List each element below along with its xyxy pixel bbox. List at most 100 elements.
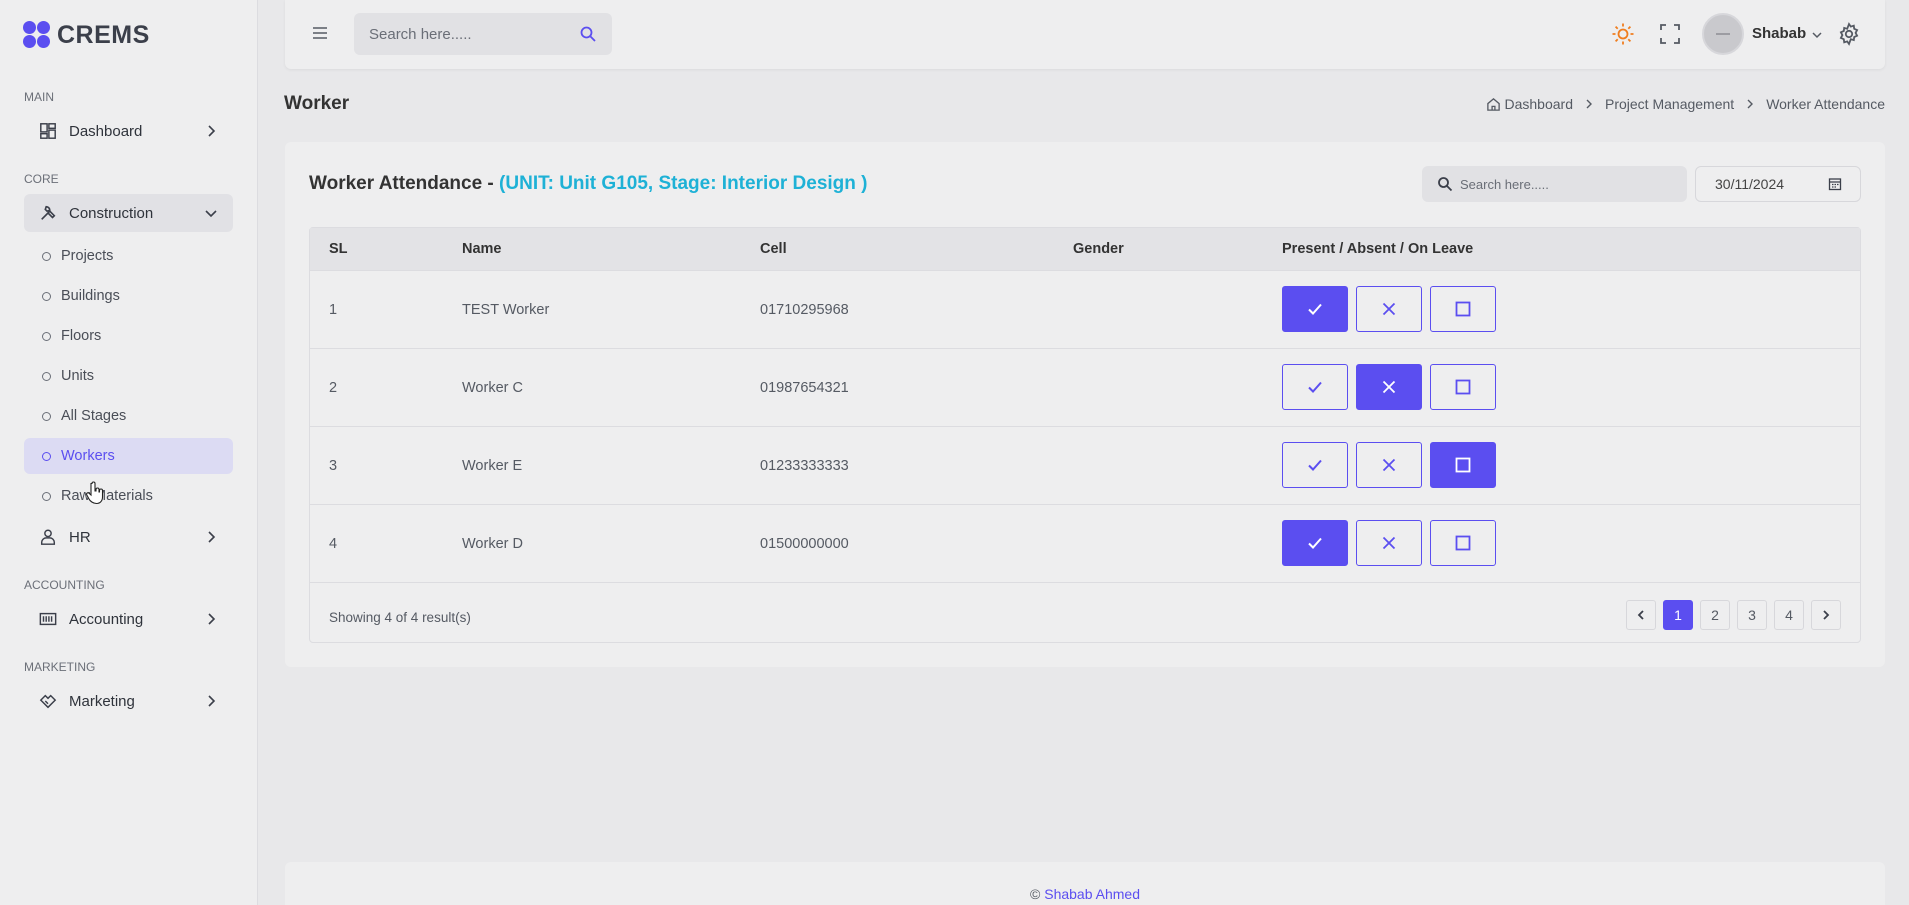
footer-author-link[interactable]: Shabab Ahmed	[1044, 886, 1140, 902]
calendar-icon[interactable]	[1828, 177, 1842, 191]
sidebar-item-label: Construction	[69, 204, 154, 222]
absent-button[interactable]	[1356, 364, 1422, 410]
cell-name: Worker D	[462, 536, 523, 552]
fullscreen-icon[interactable]	[1659, 23, 1681, 45]
top-header: Shabab	[285, 0, 1885, 69]
sidebar-item-buildings[interactable]: Buildings	[24, 278, 233, 314]
close-icon	[1382, 302, 1396, 316]
page-button[interactable]: 1	[1663, 600, 1693, 630]
next-page-button[interactable]	[1811, 600, 1841, 630]
sidebar-item-raw-materials[interactable]: Raw Materials	[24, 478, 233, 514]
sidebar-item-label: Units	[61, 368, 95, 384]
sidebar-item-all-stages[interactable]: All Stages	[24, 398, 233, 434]
date-picker[interactable]	[1695, 166, 1861, 202]
category-main: MAIN	[24, 90, 54, 104]
results-summary: Showing 4 of 4 result(s)	[329, 610, 471, 625]
absent-button[interactable]	[1356, 286, 1422, 332]
header-search-input[interactable]	[354, 13, 574, 55]
dashboard-icon	[38, 121, 58, 141]
col-cell: Cell	[760, 241, 787, 257]
card-title-highlight: (UNIT: Unit G105, Stage: Interior Design…	[499, 173, 868, 194]
table-search-input[interactable]	[1460, 166, 1680, 202]
search-icon	[1438, 177, 1453, 192]
cell-sl: 2	[329, 380, 338, 396]
theme-toggle-icon[interactable]	[1611, 22, 1635, 46]
chevron-down-icon[interactable]	[1811, 29, 1823, 41]
card-title-text: Worker Attendance -	[309, 173, 500, 194]
square-icon	[1455, 457, 1471, 473]
chevron-right-icon	[1823, 610, 1830, 620]
circle-icon	[42, 331, 51, 341]
cell-sl: 4	[329, 536, 338, 552]
sidebar-item-marketing[interactable]: Marketing	[24, 682, 233, 720]
sidebar-item-label: Floors	[61, 328, 102, 344]
sidebar-item-floors[interactable]: Floors	[24, 318, 233, 354]
table-row: 3 Worker E 01233333333	[310, 427, 1860, 505]
cell-phone: 01987654321	[760, 380, 849, 396]
table-search	[1422, 166, 1687, 202]
menu-toggle-icon[interactable]	[311, 24, 329, 42]
absent-button[interactable]	[1356, 442, 1422, 488]
search-icon[interactable]	[579, 25, 597, 43]
sidebar-item-workers[interactable]: Workers	[24, 438, 233, 474]
page-button[interactable]: 2	[1700, 600, 1730, 630]
sidebar-item-construction[interactable]: Construction	[24, 194, 233, 232]
table-row: 2 Worker C 01987654321	[310, 349, 1860, 427]
circle-icon	[42, 371, 51, 381]
app-logo[interactable]: CREMS	[0, 0, 257, 70]
category-core: CORE	[24, 172, 59, 186]
copyright-symbol: ©	[1030, 886, 1041, 902]
category-marketing: MARKETING	[24, 660, 96, 674]
date-input[interactable]	[1696, 167, 1816, 201]
sidebar-item-dashboard[interactable]: Dashboard	[24, 112, 233, 150]
handshake-icon	[38, 691, 58, 711]
square-icon	[1455, 535, 1471, 551]
present-button[interactable]	[1282, 286, 1348, 332]
chevron-left-icon	[1637, 610, 1644, 620]
present-button[interactable]	[1282, 442, 1348, 488]
square-icon	[1455, 379, 1471, 395]
cell-phone: 01710295968	[760, 302, 849, 318]
page-button[interactable]: 3	[1737, 600, 1767, 630]
card-title: Worker Attendance - (UNIT: Unit G105, St…	[309, 173, 867, 195]
close-icon	[1382, 380, 1396, 394]
close-icon	[1382, 458, 1396, 472]
breadcrumb-worker-attendance: Worker Attendance	[1766, 96, 1885, 112]
cell-name: Worker C	[462, 380, 523, 396]
app-name: CREMS	[57, 20, 150, 49]
sidebar-item-accounting[interactable]: Accounting	[24, 600, 233, 638]
present-button[interactable]	[1282, 364, 1348, 410]
page-title: Worker	[284, 93, 350, 114]
sidebar-item-projects[interactable]: Projects	[24, 238, 233, 274]
absent-button[interactable]	[1356, 520, 1422, 566]
cell-sl: 1	[329, 302, 338, 318]
breadcrumb: Dashboard Project Management Worker Atte…	[1486, 96, 1885, 112]
attendance-card: Worker Attendance - (UNIT: Unit G105, St…	[285, 142, 1885, 667]
gear-icon[interactable]	[1837, 22, 1861, 46]
category-accounting: ACCOUNTING	[24, 578, 105, 592]
sidebar-item-hr[interactable]: HR	[24, 518, 233, 556]
tools-icon	[38, 203, 58, 223]
chevron-right-icon	[1747, 99, 1754, 109]
sidebar-item-units[interactable]: Units	[24, 358, 233, 394]
prev-page-button[interactable]	[1626, 600, 1656, 630]
header-search	[354, 13, 612, 55]
leave-button[interactable]	[1430, 364, 1496, 410]
col-status: Present / Absent / On Leave	[1282, 241, 1474, 257]
avatar[interactable]	[1702, 13, 1744, 55]
user-name[interactable]: Shabab	[1752, 25, 1806, 42]
cell-phone: 01233333333	[760, 458, 849, 474]
close-icon	[1382, 536, 1396, 550]
present-button[interactable]	[1282, 520, 1348, 566]
breadcrumb-project-management[interactable]: Project Management	[1605, 96, 1734, 112]
leave-button[interactable]	[1430, 520, 1496, 566]
leave-button[interactable]	[1430, 442, 1496, 488]
circle-icon	[42, 451, 51, 461]
leave-button[interactable]	[1430, 286, 1496, 332]
check-icon	[1308, 303, 1322, 315]
breadcrumb-dashboard[interactable]: Dashboard	[1505, 96, 1574, 112]
page-button[interactable]: 4	[1774, 600, 1804, 630]
cell-name: TEST Worker	[462, 302, 550, 318]
table-row: 1 TEST Worker 01710295968	[310, 271, 1860, 349]
square-icon	[1455, 301, 1471, 317]
